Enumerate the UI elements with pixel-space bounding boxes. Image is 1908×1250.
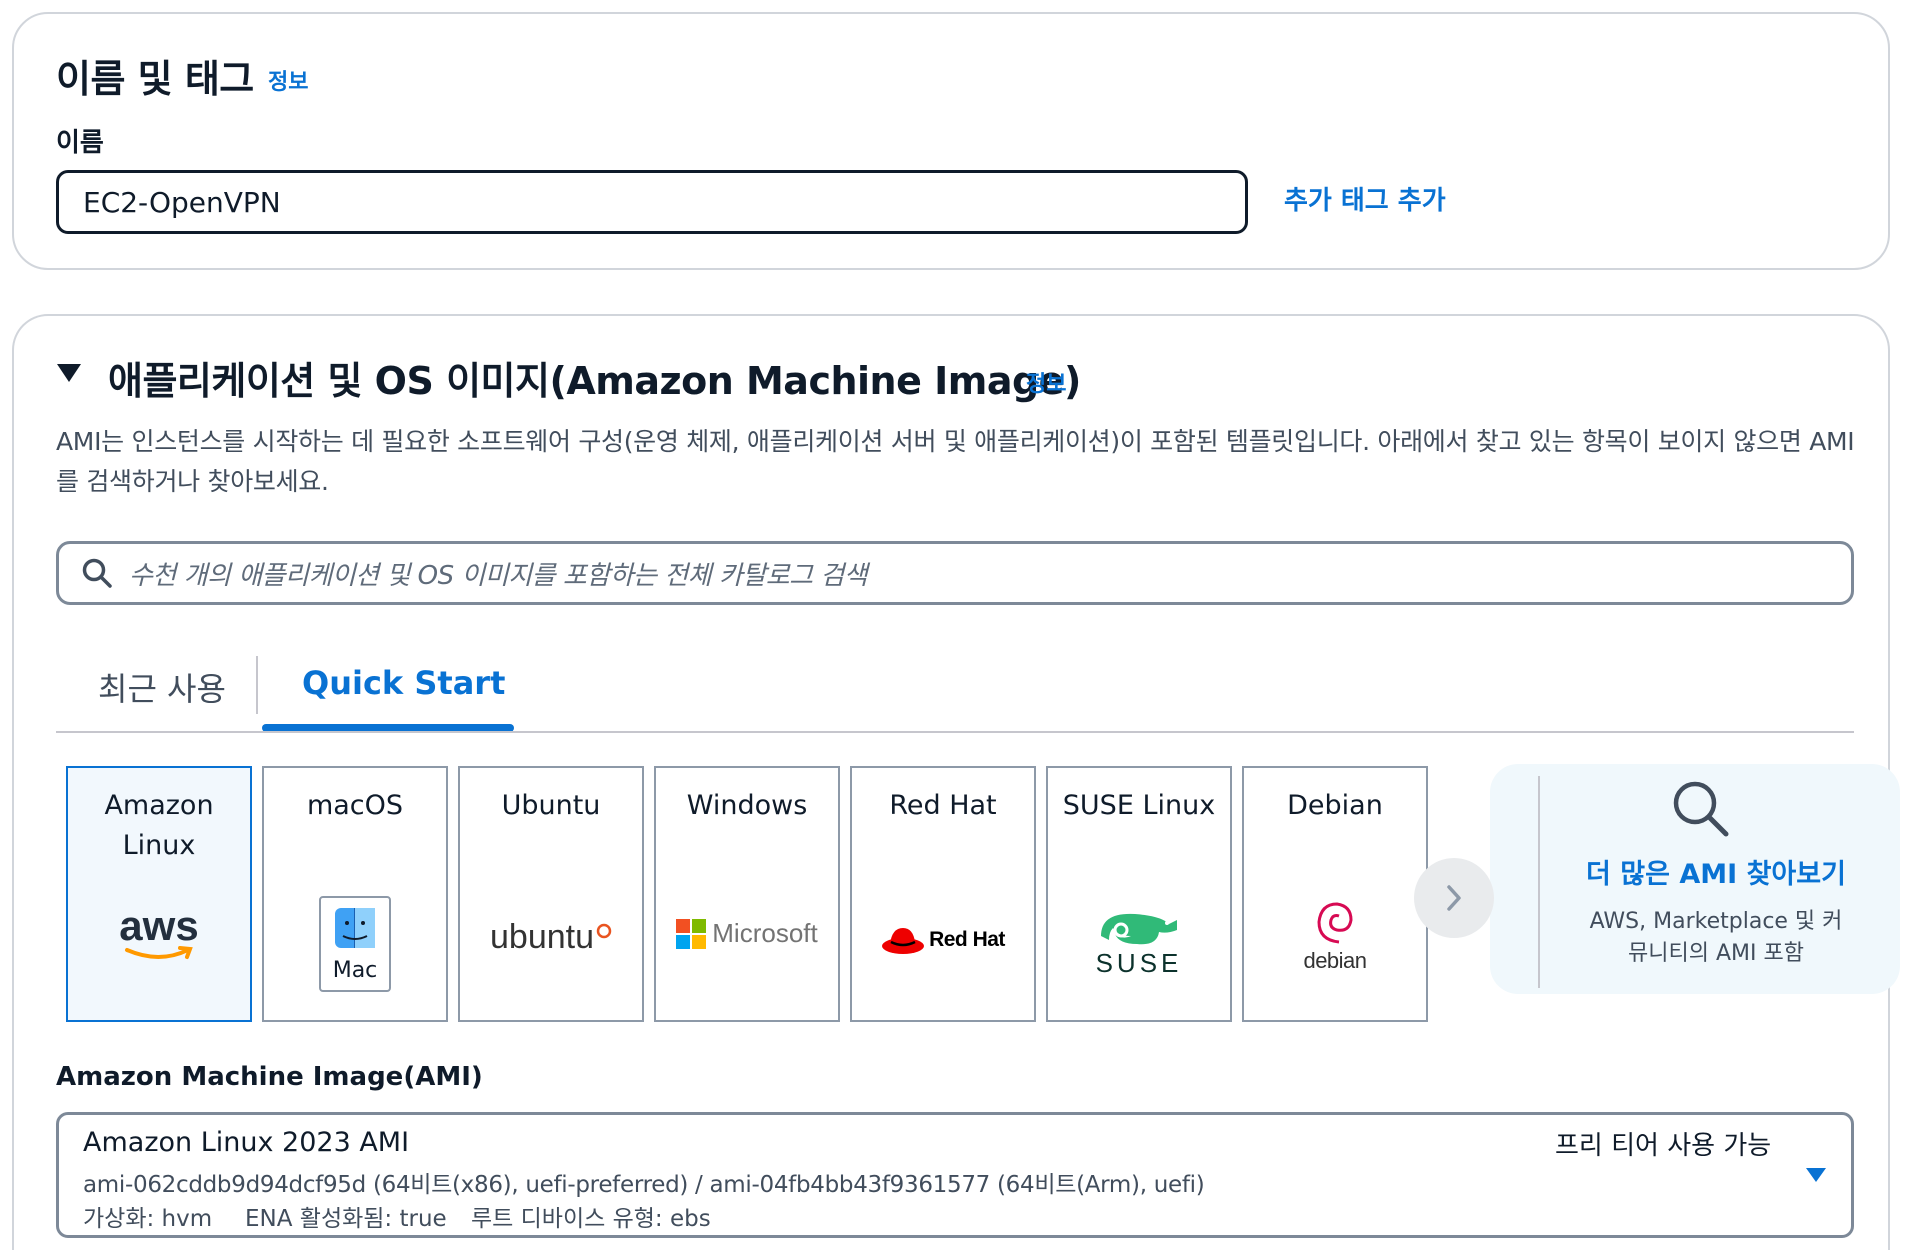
redhat-logo-text: Red Hat [929, 928, 1005, 951]
tile-label-red-hat: Red Hat [889, 790, 997, 821]
ami-ena: ENA 활성화됨: true [245, 1206, 447, 1232]
os-tile-macos[interactable]: macOS Mac [262, 766, 448, 1022]
browse-search-icon [1670, 778, 1732, 844]
aws-logo-icon: aws [68, 902, 250, 962]
debian-logo-icon: debian [1244, 900, 1426, 974]
browse-more-title[interactable]: 더 많은 AMI 찾아보기 [1542, 852, 1890, 891]
ami-root-device: 루트 디바이스 유형: ebs [471, 1206, 711, 1232]
ami-virtualization: 가상화: hvm [83, 1206, 213, 1232]
search-icon [81, 557, 113, 589]
catalog-search-input[interactable]: 수천 개의 애플리케이션 및 OS 이미지를 포함하는 전체 카탈로그 검색 [56, 541, 1854, 605]
os-tile-windows[interactable]: Windows Microsoft [654, 766, 840, 1022]
ubuntu-logo-icon: ubuntu [460, 918, 642, 957]
collapse-toggle-icon[interactable] [56, 362, 82, 388]
tabs-divider-line [56, 731, 1854, 733]
mac-logo-text: Mac [332, 958, 378, 983]
add-tags-link[interactable]: 추가 태그 추가 [1284, 180, 1446, 217]
ami-info-link[interactable]: 정보 [1026, 366, 1066, 398]
tile-label-debian: Debian [1287, 790, 1383, 821]
aws-logo-text: aws [119, 902, 199, 949]
os-tile-suse[interactable]: SUSE Linux SUSE [1046, 766, 1232, 1022]
browse-more-divider [1538, 776, 1540, 988]
debian-logo-text: debian [1303, 948, 1367, 973]
ubuntu-logo-text: ubuntu [490, 918, 594, 956]
ami-name: Amazon Linux 2023 AMI [83, 1127, 410, 1158]
suse-logo-text: SUSE [1095, 948, 1183, 978]
microsoft-logo-text: Microsoft [712, 918, 818, 948]
os-tile-ubuntu[interactable]: Ubuntu ubuntu [458, 766, 644, 1022]
suse-logo-icon: SUSE [1048, 906, 1230, 979]
microsoft-logo-icon: Microsoft [656, 918, 838, 949]
os-tile-amazon-linux[interactable]: Amazon Linux aws [66, 766, 252, 1022]
caret-down-icon[interactable] [1805, 1167, 1827, 1187]
tile-label-windows: Windows [686, 790, 808, 821]
ami-panel: 애플리케이션 및 OS 이미지(Amazon Machine Image) 정보… [12, 314, 1900, 1250]
redhat-logo-icon: Red Hat [852, 924, 1034, 956]
mac-finder-icon: Mac [264, 896, 446, 992]
os-tile-debian[interactable]: Debian debian [1242, 766, 1428, 1022]
ami-section-title: 애플리케이션 및 OS 이미지(Amazon Machine Image) [108, 359, 1081, 403]
tile-label-macos: macOS [306, 790, 404, 821]
tile-label-ubuntu: Ubuntu [501, 790, 601, 821]
ami-ids: ami-062cddb9d94dcf95d (64비트(x86), uefi-p… [83, 1172, 1205, 1198]
name-tags-title: 이름 및 태그 [56, 57, 254, 101]
name-tags-info-link[interactable]: 정보 [268, 64, 308, 96]
search-placeholder: 수천 개의 애플리케이션 및 OS 이미지를 포함하는 전체 카탈로그 검색 [129, 560, 868, 591]
carousel-next-button[interactable] [1414, 858, 1494, 938]
name-input-value: EC2-OpenVPN [83, 185, 281, 219]
name-and-tags-panel: 이름 및 태그 정보 이름 EC2-OpenVPN 추가 태그 추가 [12, 12, 1890, 270]
ami-description: AMI는 인스턴스를 시작하는 데 필요한 소프트웨어 구성(운영 체제, 애플… [56, 427, 1855, 496]
ami-select-dropdown[interactable]: Amazon Linux 2023 AMI 프리 티어 사용 가능 ami-06… [56, 1112, 1854, 1238]
name-label: 이름 [56, 128, 104, 158]
browse-more-subtitle: AWS, Marketplace 및 커뮤니티의 AMI 포함 [1589, 909, 1843, 966]
tab-quick-start[interactable]: Quick Start [302, 664, 505, 702]
ami-select-label: Amazon Machine Image(AMI) [56, 1062, 483, 1092]
tile-label-amazon-linux: Amazon Linux [104, 790, 214, 861]
os-tile-red-hat[interactable]: Red Hat Red Hat [850, 766, 1036, 1022]
name-input[interactable]: EC2-OpenVPN [56, 170, 1248, 234]
chevron-right-icon [1447, 885, 1461, 911]
free-tier-badge: 프리 티어 사용 가능 [1555, 1131, 1772, 1161]
tab-divider [256, 656, 258, 714]
tile-label-suse: SUSE Linux [1062, 790, 1216, 821]
tab-recent[interactable]: 최근 사용 [98, 664, 226, 710]
